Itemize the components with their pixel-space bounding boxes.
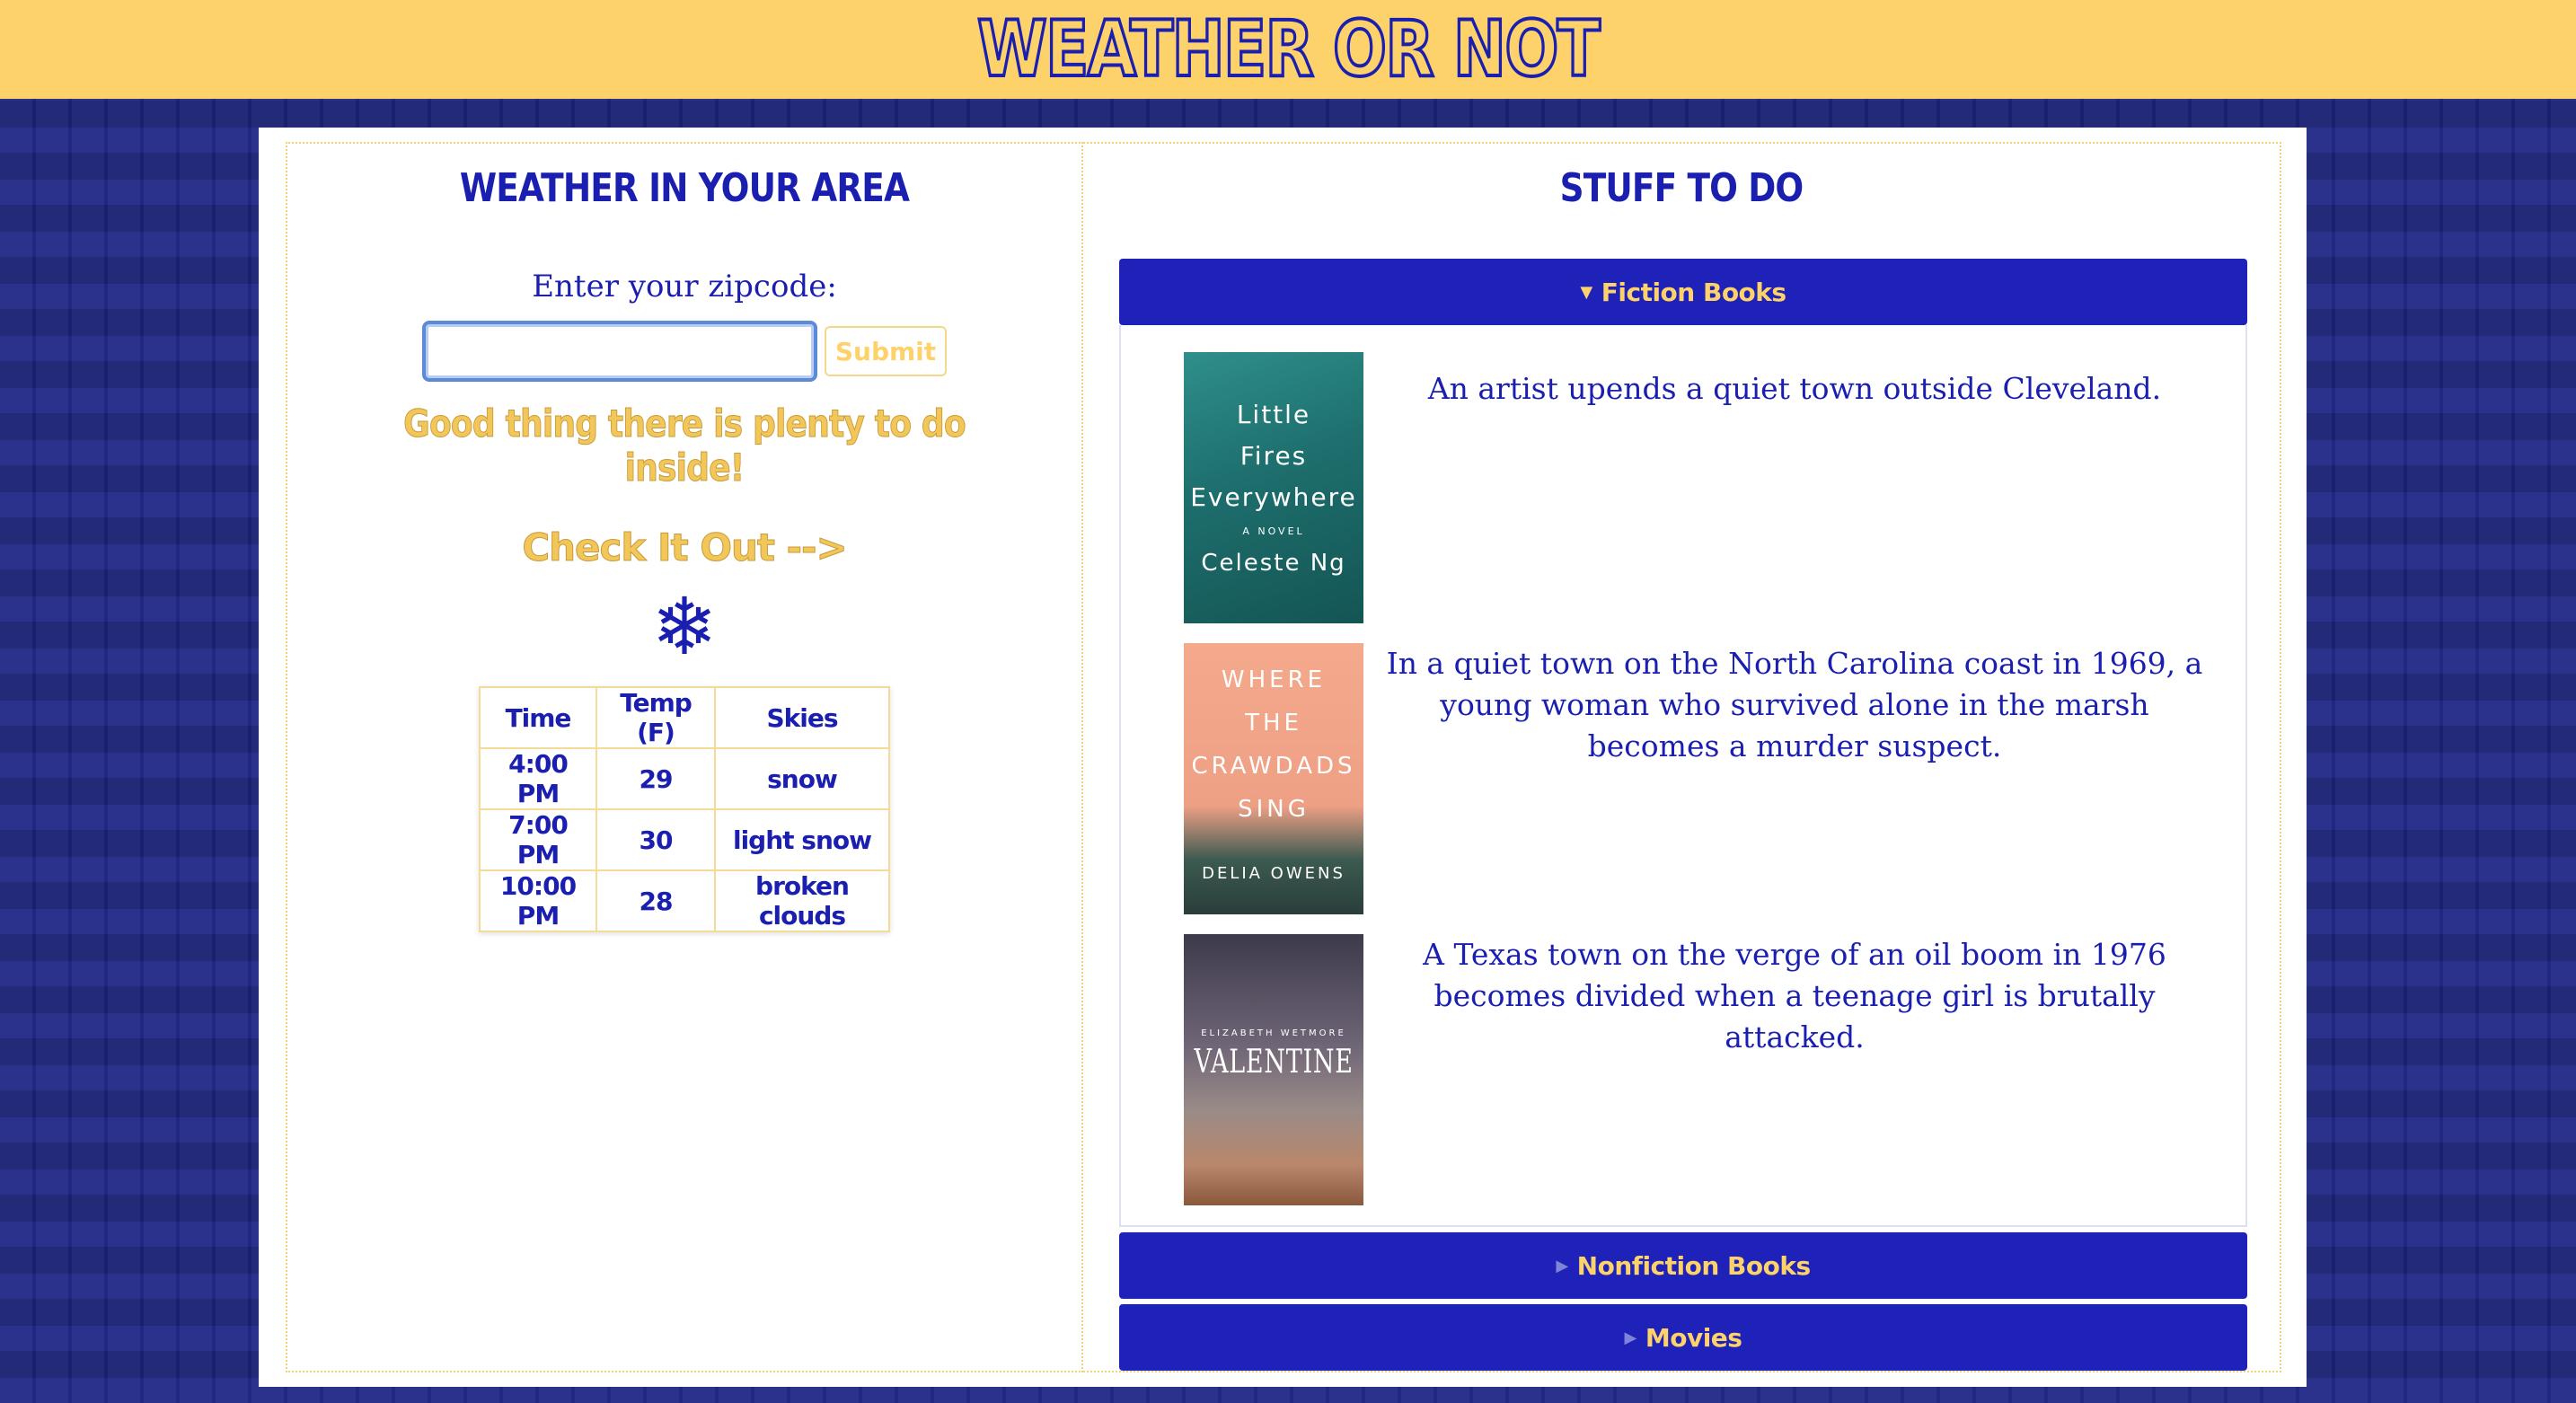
caret-right-icon: ▶	[1556, 1256, 1568, 1275]
cover-title-line: WHERE	[1221, 666, 1327, 693]
check-it-out-link[interactable]: Check It Out -->	[287, 525, 1081, 570]
submit-button[interactable]: Submit	[824, 326, 948, 376]
weather-message: Good thing there is plenty to do inside!	[403, 401, 966, 490]
temp-cell: 29	[595, 747, 716, 810]
cover-title-line: VALENTINE	[1194, 1043, 1354, 1081]
zipcode-input[interactable]	[421, 321, 817, 382]
accordion-label: Nonfiction Books	[1576, 1250, 1811, 1281]
cover-author: Celeste Ng	[1201, 550, 1346, 577]
book-item: Little Fires Everywhere A NOVEL Celeste …	[1121, 352, 2245, 643]
stuff-heading: STUFF TO DO	[1559, 165, 1804, 211]
book-item: ELIZABETH WETMORE VALENTINE A Texas town…	[1121, 934, 2245, 1225]
cover-author: DELIA OWENS	[1202, 864, 1345, 883]
column-header-time: Time	[479, 686, 597, 749]
table-header-row: Time Temp (F) Skies	[479, 686, 890, 749]
time-cell: 4:00 PM	[479, 747, 597, 810]
column-header-skies: Skies	[714, 686, 890, 749]
main-panel: WEATHER IN YOUR AREA Enter your zipcode:…	[259, 128, 2307, 1387]
weather-column: WEATHER IN YOUR AREA Enter your zipcode:…	[286, 142, 1083, 1372]
cover-title-line: Everywhere	[1190, 482, 1357, 512]
book-cover-image: Little Fires Everywhere A NOVEL Celeste …	[1184, 352, 1363, 623]
cover-title-line: Little	[1236, 400, 1311, 429]
activities-accordion: ▼ Fiction Books Little Fires Everywhere …	[1119, 259, 2247, 1371]
snowflake-icon: ❄	[651, 580, 718, 673]
book-description: A Texas town on the verge of an oil boom…	[1423, 937, 2166, 1054]
accordion-fiction-books[interactable]: ▼ Fiction Books	[1119, 259, 2247, 325]
temp-cell: 28	[595, 869, 716, 932]
zipcode-label: Enter your zipcode:	[532, 269, 837, 304]
book-description: An artist upends a quiet town outside Cl…	[1427, 371, 2162, 406]
accordion-movies[interactable]: ▶ Movies	[1119, 1304, 2247, 1371]
temp-cell: 30	[595, 808, 716, 871]
table-row: 7:00 PM 30 light snow	[479, 808, 890, 871]
weather-heading: WEATHER IN YOUR AREA	[459, 165, 910, 211]
time-cell: 7:00 PM	[479, 808, 597, 871]
table-row: 4:00 PM 29 snow	[479, 747, 890, 810]
site-title: WEATHER OR NOT	[975, 4, 1601, 94]
time-cell: 10:00 PM	[479, 869, 597, 932]
book-item: WHERE THE CRAWDADS SING DELIA OWENS In a…	[1121, 643, 2245, 934]
skies-cell: snow	[714, 747, 890, 810]
book-cover-image: WHERE THE CRAWDADS SING DELIA OWENS	[1184, 643, 1363, 914]
cover-title-line: THE	[1245, 710, 1302, 737]
skies-cell: broken clouds	[714, 869, 890, 932]
cover-title-line: CRAWDADS	[1191, 753, 1356, 780]
stuff-column: STUFF TO DO ▼ Fiction Books Little Fires…	[1083, 142, 2281, 1372]
book-description: In a quiet town on the North Carolina co…	[1386, 646, 2203, 763]
accordion-label: Fiction Books	[1601, 277, 1786, 307]
skies-cell: light snow	[714, 808, 890, 871]
book-cover-image: ELIZABETH WETMORE VALENTINE	[1184, 934, 1363, 1205]
table-row: 10:00 PM 28 broken clouds	[479, 869, 890, 932]
fiction-books-panel: Little Fires Everywhere A NOVEL Celeste …	[1119, 325, 2247, 1227]
cover-title-line: SING	[1238, 796, 1310, 823]
cover-subtitle: A NOVEL	[1242, 525, 1305, 537]
zipcode-form: Submit	[287, 321, 1081, 382]
cover-title-line: Fires	[1239, 441, 1308, 471]
site-header: WEATHER OR NOT	[0, 0, 2576, 99]
column-header-temp: Temp (F)	[595, 686, 716, 749]
forecast-table: Time Temp (F) Skies 4:00 PM 29 snow 7:00…	[479, 686, 890, 932]
caret-right-icon: ▶	[1624, 1328, 1637, 1347]
accordion-nonfiction-books[interactable]: ▶ Nonfiction Books	[1119, 1232, 2247, 1299]
caret-down-icon: ▼	[1580, 282, 1592, 302]
accordion-label: Movies	[1645, 1322, 1742, 1353]
cover-author: ELIZABETH WETMORE	[1201, 1028, 1346, 1038]
